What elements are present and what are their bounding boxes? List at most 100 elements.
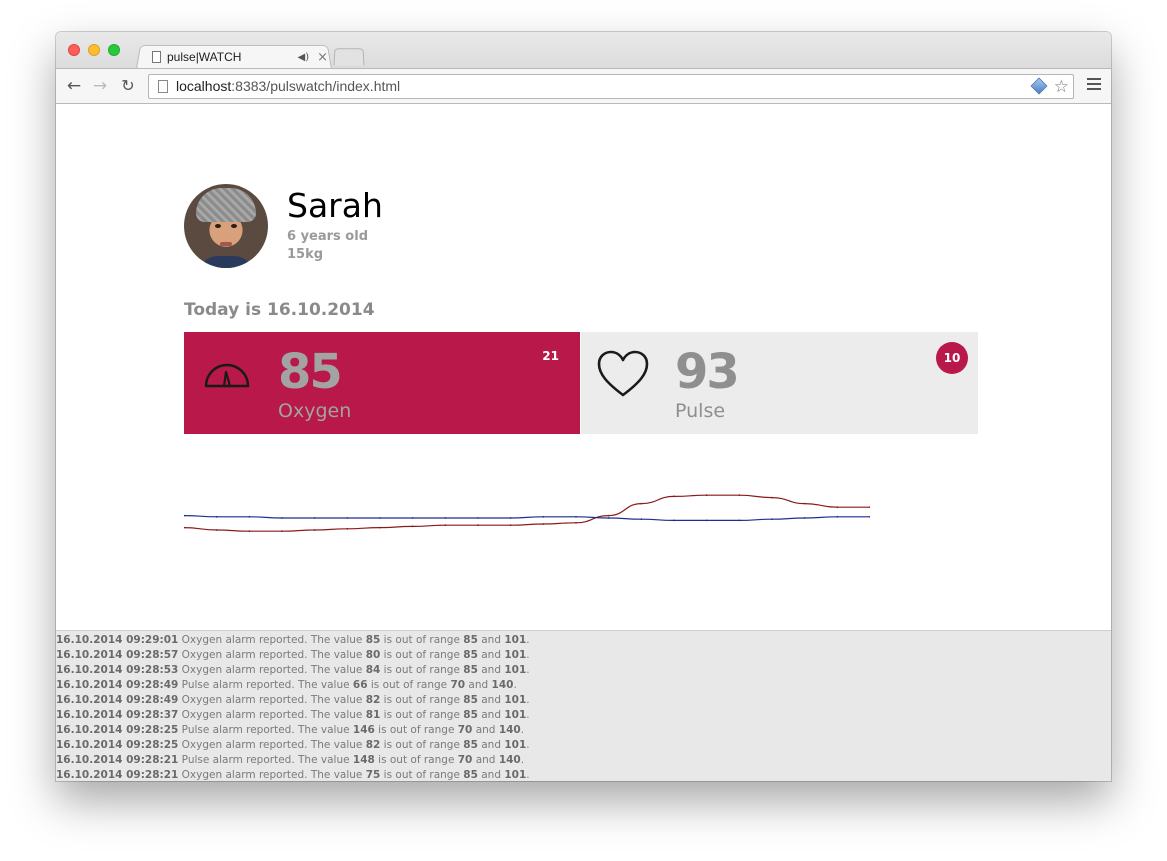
data-point bbox=[184, 526, 185, 529]
log-range-low: 70 bbox=[450, 679, 466, 691]
menu-icon[interactable] bbox=[1087, 78, 1101, 90]
tab-close-icon[interactable]: × bbox=[317, 50, 328, 65]
log-range-low: 85 bbox=[463, 769, 478, 781]
data-point bbox=[509, 524, 512, 527]
oxygen-label: Oxygen bbox=[278, 400, 352, 422]
log-value: 85 bbox=[365, 634, 381, 646]
heart-icon bbox=[597, 350, 649, 397]
data-point bbox=[869, 506, 870, 509]
data-point bbox=[346, 527, 349, 530]
forward-arrow-icon[interactable]: → bbox=[90, 76, 110, 96]
url-host: localhost bbox=[176, 78, 232, 94]
log-value: 82 bbox=[365, 739, 381, 751]
log-range-high: 101 bbox=[504, 649, 527, 661]
log-range-high: 101 bbox=[504, 634, 527, 646]
browser-window: pulse|WATCH ◀) × ← → ↻ localhost:8383/pu… bbox=[56, 32, 1111, 781]
data-point bbox=[248, 515, 251, 518]
back-arrow-icon[interactable]: ← bbox=[64, 76, 84, 96]
log-range-high: 101 bbox=[504, 769, 527, 781]
log-range-low: 85 bbox=[463, 739, 478, 751]
minimize-window-button[interactable] bbox=[88, 44, 100, 56]
reload-icon[interactable]: ↻ bbox=[118, 76, 138, 96]
data-point bbox=[803, 517, 806, 519]
log-entry: 16.10.2014 09:28:49 Oxygen alarm reporte… bbox=[56, 694, 530, 706]
data-point bbox=[281, 517, 283, 519]
data-point bbox=[313, 517, 316, 519]
log-range-low: 70 bbox=[457, 724, 473, 736]
speaker-icon[interactable]: ◀) bbox=[298, 52, 310, 63]
log-value: 146 bbox=[352, 724, 375, 736]
bookmark-star-icon[interactable]: ☆ bbox=[1054, 75, 1069, 98]
oxygen-value: 85 bbox=[278, 344, 343, 400]
data-point bbox=[836, 515, 839, 518]
data-point bbox=[215, 515, 218, 518]
log-range-low: 85 bbox=[463, 649, 478, 661]
tab-title: pulse|WATCH bbox=[167, 50, 242, 64]
log-entry: 16.10.2014 09:28:25 Oxygen alarm reporte… bbox=[56, 739, 530, 751]
log-range-low: 85 bbox=[463, 634, 478, 646]
data-point bbox=[542, 515, 545, 518]
zoom-window-button[interactable] bbox=[108, 44, 120, 56]
log-entry: 16.10.2014 09:28:25 Pulse alarm reported… bbox=[56, 724, 525, 736]
data-point bbox=[411, 525, 414, 528]
log-timestamp: 16.10.2014 09:28:25 bbox=[56, 739, 179, 751]
log-range-low: 85 bbox=[463, 694, 478, 706]
data-point bbox=[313, 529, 316, 531]
new-tab-button[interactable] bbox=[333, 48, 365, 66]
log-entry: 16.10.2014 09:28:21 Oxygen alarm reporte… bbox=[56, 769, 530, 781]
data-point bbox=[705, 519, 708, 522]
log-entry: 16.10.2014 09:28:37 Oxygen alarm reporte… bbox=[56, 709, 530, 721]
data-point bbox=[444, 524, 447, 527]
data-point bbox=[509, 517, 512, 519]
data-point bbox=[379, 517, 381, 519]
log-range-low: 70 bbox=[457, 754, 473, 766]
pulse-card[interactable]: 93 Pulse 10 bbox=[581, 332, 978, 434]
log-range-high: 140 bbox=[491, 679, 514, 691]
title-bar: pulse|WATCH ◀) × bbox=[56, 32, 1111, 69]
log-entry: 16.10.2014 09:28:21 Pulse alarm reported… bbox=[56, 754, 525, 766]
patient-name: Sarah bbox=[287, 186, 383, 225]
tab-content: pulse|WATCH ◀) × bbox=[148, 47, 328, 67]
data-point bbox=[575, 521, 577, 524]
log-timestamp: 16.10.2014 09:28:37 bbox=[56, 709, 179, 721]
avatar bbox=[184, 184, 268, 268]
log-entry: 16.10.2014 09:28:53 Oxygen alarm reporte… bbox=[56, 664, 530, 676]
data-point bbox=[640, 518, 643, 521]
log-timestamp: 16.10.2014 09:28:21 bbox=[56, 769, 179, 781]
log-timestamp: 16.10.2014 09:28:21 bbox=[56, 754, 179, 766]
data-point bbox=[575, 515, 577, 518]
log-value: 80 bbox=[365, 649, 381, 661]
log-timestamp: 16.10.2014 09:28:25 bbox=[56, 724, 179, 736]
data-point bbox=[281, 530, 283, 533]
url-path: :8383/pulswatch/index.html bbox=[231, 78, 401, 94]
log-range-high: 101 bbox=[504, 664, 527, 676]
log-timestamp: 16.10.2014 09:28:49 bbox=[56, 679, 179, 691]
address-bar[interactable]: localhost:8383/pulswatch/index.html ☆ bbox=[148, 74, 1074, 99]
log-entry: 16.10.2014 09:29:01 Oxygen alarm reporte… bbox=[56, 634, 530, 646]
page-content: Sarah 6 years old 15kg Today is 16.10.20… bbox=[56, 104, 1111, 781]
log-timestamp: 16.10.2014 09:28:49 bbox=[56, 694, 179, 706]
data-point bbox=[738, 494, 741, 497]
extension-cube-icon[interactable] bbox=[1030, 77, 1048, 95]
patient-weight: 15kg bbox=[287, 247, 324, 262]
data-point bbox=[869, 515, 870, 518]
data-point bbox=[771, 518, 773, 521]
data-point bbox=[444, 517, 447, 519]
data-point bbox=[673, 495, 675, 498]
log-range-high: 101 bbox=[504, 739, 527, 751]
data-point bbox=[836, 506, 839, 509]
alarm-log: 16.10.2014 09:29:01 Oxygen alarm reporte… bbox=[56, 630, 1111, 781]
data-point bbox=[411, 517, 414, 519]
log-range-high: 140 bbox=[498, 754, 521, 766]
log-value: 81 bbox=[365, 709, 381, 721]
data-point bbox=[477, 517, 479, 519]
oxygen-card[interactable]: 85 Oxygen 21 bbox=[184, 332, 580, 434]
series-line-0 bbox=[184, 494, 870, 532]
log-value: 66 bbox=[352, 679, 368, 691]
log-value: 148 bbox=[352, 754, 375, 766]
log-value: 82 bbox=[365, 694, 381, 706]
data-point bbox=[477, 524, 479, 527]
log-value: 84 bbox=[365, 664, 381, 676]
data-point bbox=[640, 502, 643, 505]
close-window-button[interactable] bbox=[68, 44, 80, 56]
